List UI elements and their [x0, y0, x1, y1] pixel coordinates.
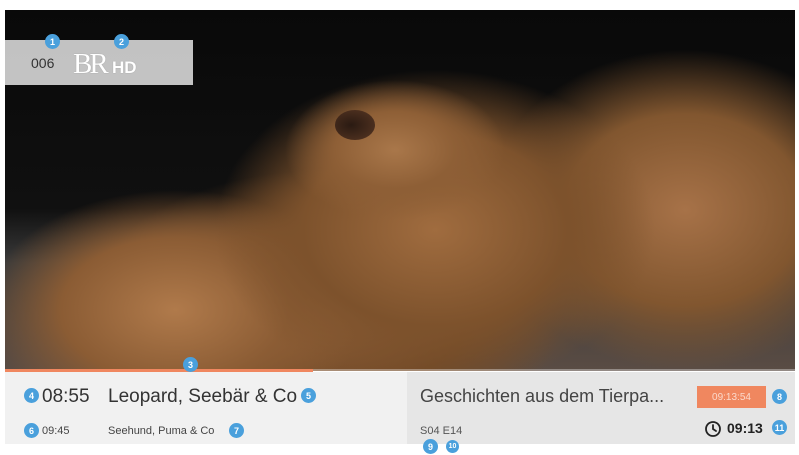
marker-11: 11: [772, 420, 787, 435]
marker-7: 7: [229, 423, 244, 438]
channel-number: 006: [31, 55, 55, 71]
timer-badge: 09:13:54: [697, 386, 766, 408]
current-program-title: Leopard, Seebär & Co: [108, 386, 298, 407]
animal-snout: [335, 110, 375, 140]
marker-10: 10: [446, 440, 459, 453]
marker-3: 3: [183, 357, 198, 372]
marker-4: 4: [24, 388, 39, 403]
marker-1: 1: [45, 34, 60, 49]
next-program-title: Seehund, Puma & Co: [108, 425, 215, 437]
next-program-time: 09:45: [42, 425, 70, 437]
clock-icon: [705, 421, 721, 437]
clock-time: 09:13: [727, 420, 763, 436]
channel-logo: BR: [73, 48, 109, 80]
marker-6: 6: [24, 423, 39, 438]
episode-title: Geschichten aus dem Tierpa...: [420, 386, 665, 406]
marker-2: 2: [114, 34, 129, 49]
season-episode: S04 E14: [420, 425, 463, 437]
channel-logo-hd: HD: [112, 58, 137, 77]
marker-8: 8: [772, 389, 787, 404]
marker-9: 9: [423, 439, 438, 454]
current-program-time: 08:55: [42, 386, 90, 407]
marker-5: 5: [301, 388, 316, 403]
